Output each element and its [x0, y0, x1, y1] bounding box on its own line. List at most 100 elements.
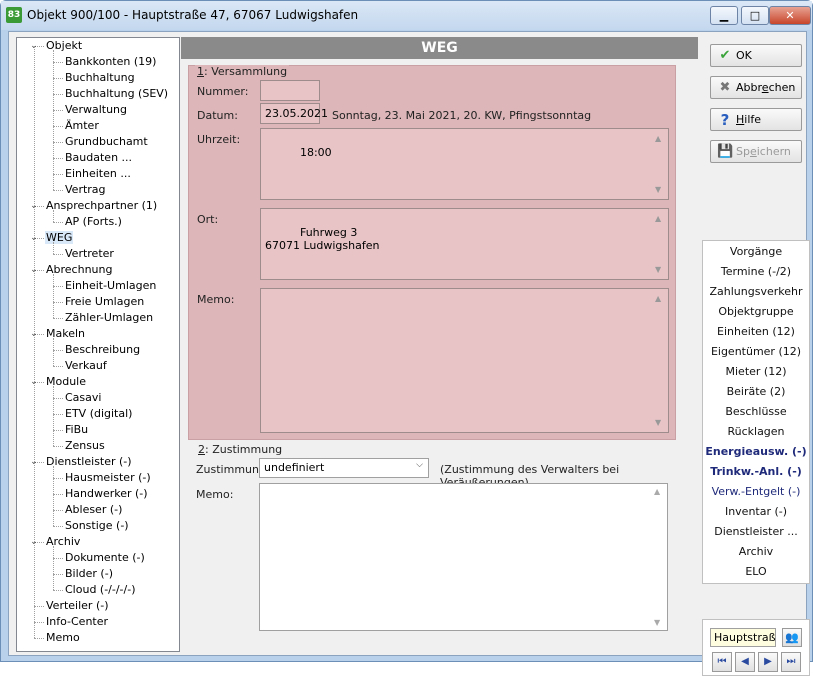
tree-connector [53, 158, 63, 159]
tree-item[interactable]: Verwaltung [64, 102, 128, 118]
tree-item[interactable]: Handwerker (-) [64, 486, 149, 502]
side-nav-item[interactable]: Energieausw. (-) [703, 442, 809, 462]
tree-item[interactable]: ETV (digital) [64, 406, 133, 422]
save-button[interactable]: 💾 Speichern [710, 140, 802, 163]
tree-item-label: Dienstleister (-) [46, 455, 132, 468]
help-button[interactable]: ? Hilfe [710, 108, 802, 131]
tree-item[interactable]: Sonstige (-) [64, 518, 130, 534]
side-nav-item[interactable]: ELO [703, 562, 809, 582]
tree-connector [53, 466, 54, 526]
tree-item[interactable]: Info-Center [45, 614, 109, 630]
side-nav-item[interactable]: Vorgänge [703, 242, 809, 262]
side-nav-item[interactable]: Trinkw.-Anl. (-) [703, 462, 809, 482]
close-button[interactable]: ✕ [769, 6, 811, 25]
side-nav-item[interactable]: Beschlüsse [703, 402, 809, 422]
tree-connector [53, 338, 54, 366]
maximize-button[interactable]: □ [741, 6, 769, 25]
side-navigation: Vorgänge Termine (-/2) Zahlungsverkehr Obje… [702, 240, 810, 584]
zustimmung-memo-scrollbar[interactable]: ▲ ▼ [651, 485, 666, 629]
next-record-button[interactable]: ▶ [758, 652, 778, 672]
tree-item[interactable]: Archiv [45, 534, 81, 550]
client-area: Objekt ⌄ Bankkonten (19) Buchhaltung Buchhal… [8, 31, 810, 676]
side-nav-item[interactable]: Rücklagen [703, 422, 809, 442]
side-nav-item[interactable]: Mieter (12) [703, 362, 809, 382]
tree-connector [53, 242, 54, 254]
scroll-up-icon[interactable]: ▲ [655, 212, 661, 225]
uhrzeit-scrollbar[interactable]: ▲ ▼ [652, 130, 667, 198]
zustimmung-memo-textarea[interactable]: ▲ ▼ [259, 483, 668, 631]
scroll-up-icon[interactable]: ▲ [655, 132, 661, 145]
tree-item[interactable]: Verteiler (-) [45, 598, 110, 614]
scroll-down-icon[interactable]: ▼ [655, 416, 661, 429]
tree-item[interactable]: Einheit-Umlagen [64, 278, 157, 294]
side-nav-item[interactable]: Termine (-/2) [703, 262, 809, 282]
tree-item[interactable]: Ableser (-) [64, 502, 123, 518]
tree-item[interactable]: Dokumente (-) [64, 550, 146, 566]
navigation-tree[interactable]: Objekt ⌄ Bankkonten (19) Buchhaltung Buchhal… [16, 37, 180, 652]
ort-scrollbar[interactable]: ▲ ▼ [652, 210, 667, 278]
tree-item[interactable]: Ämter [64, 118, 100, 134]
tree-item[interactable]: Verkauf [64, 358, 108, 374]
tree-item[interactable]: Bilder (-) [64, 566, 114, 582]
side-nav-item[interactable]: Zahlungsverkehr [703, 282, 809, 302]
tree-item[interactable]: Cloud (-/-/-/-) [64, 582, 137, 598]
scroll-down-icon[interactable]: ▼ [655, 263, 661, 276]
tree-item[interactable]: Grundbuchamt [64, 134, 149, 150]
tree-item[interactable]: Einheiten ... [64, 166, 132, 182]
scroll-down-icon[interactable]: ▼ [654, 618, 660, 627]
tree-item[interactable]: Buchhaltung [64, 70, 136, 86]
tree-item[interactable]: Zensus [64, 438, 106, 454]
side-nav-item[interactable]: Inventar (-) [703, 502, 809, 522]
tree-item[interactable]: Hausmeister (-) [64, 470, 152, 486]
scroll-up-icon[interactable]: ▲ [654, 487, 660, 496]
tree-item[interactable]: Objekt [45, 38, 83, 54]
scroll-down-icon[interactable]: ▼ [655, 183, 661, 196]
tree-item[interactable]: Vertrag [64, 182, 107, 198]
tree-connector [53, 386, 54, 446]
title-bar: 83 Objekt 900/100 - Hauptstraße 47, 6706… [1, 1, 812, 30]
minimize-button[interactable]: ▁ [710, 6, 738, 25]
tree-item[interactable]: Beschreibung [64, 342, 141, 358]
tree-item[interactable]: Zähler-Umlagen [64, 310, 154, 326]
tree-item[interactable]: Bankkonten (19) [64, 54, 157, 70]
side-nav-item[interactable]: Eigentümer (12) [703, 342, 809, 362]
contacts-icon[interactable]: 👥 [782, 628, 802, 647]
uhrzeit-textarea[interactable]: 18:00 ▲ ▼ [260, 128, 669, 200]
tree-item[interactable]: Baudaten ... [64, 150, 133, 166]
chevron-down-icon[interactable]: ⌵ [416, 460, 423, 470]
datum-input[interactable]: 23.05.2021 [260, 103, 328, 124]
cancel-button[interactable]: ✖ Abbrechen [710, 76, 802, 99]
last-record-button[interactable]: ⏭ [781, 652, 801, 672]
nummer-input[interactable] [260, 80, 320, 101]
versammlung-title-num: 1 [197, 65, 204, 78]
tree-item[interactable]: FiBu [64, 422, 89, 438]
tree-item[interactable]: WEG [45, 230, 74, 246]
side-nav-item[interactable]: Objektgruppe [703, 302, 809, 322]
tree-item[interactable]: Freie Umlagen [64, 294, 145, 310]
tree-item[interactable]: Ansprechpartner (1) [45, 198, 158, 214]
tree-item[interactable]: Buchhaltung (SEV) [64, 86, 169, 102]
tree-item[interactable]: Vertreter [64, 246, 115, 262]
address-field[interactable]: Hauptstraße 47 [710, 628, 776, 647]
tree-item[interactable]: Dienstleister (-) [45, 454, 133, 470]
tree-item[interactable]: Module [45, 374, 87, 390]
side-nav-item[interactable]: Archiv [703, 542, 809, 562]
zustimmung-memo-label: Memo: [196, 488, 234, 501]
tree-item[interactable]: Memo [45, 630, 81, 646]
tree-item[interactable]: Makeln [45, 326, 86, 342]
tree-item[interactable]: Casavi [64, 390, 102, 406]
tree-item[interactable]: AP (Forts.) [64, 214, 123, 230]
tree-item[interactable]: Abrechnung [45, 262, 113, 278]
memo-scrollbar[interactable]: ▲ ▼ [652, 290, 667, 431]
previous-record-button[interactable]: ◀ [735, 652, 755, 672]
side-nav-item[interactable]: Einheiten (12) [703, 322, 809, 342]
side-nav-item[interactable]: Dienstleister ... [703, 522, 809, 542]
side-nav-item[interactable]: Beiräte (2) [703, 382, 809, 402]
first-record-button[interactable]: ⏮ [712, 652, 732, 672]
zustimmung-select[interactable]: undefiniert ⌵ [259, 458, 429, 478]
memo-textarea[interactable]: ▲ ▼ [260, 288, 669, 433]
scroll-up-icon[interactable]: ▲ [655, 292, 661, 305]
side-nav-item[interactable]: Verw.-Entgelt (-) [703, 482, 809, 502]
ok-button[interactable]: ✔ OK [710, 44, 802, 67]
ort-textarea[interactable]: Fuhrweg 3 67071 Ludwigshafen ▲ ▼ [260, 208, 669, 280]
